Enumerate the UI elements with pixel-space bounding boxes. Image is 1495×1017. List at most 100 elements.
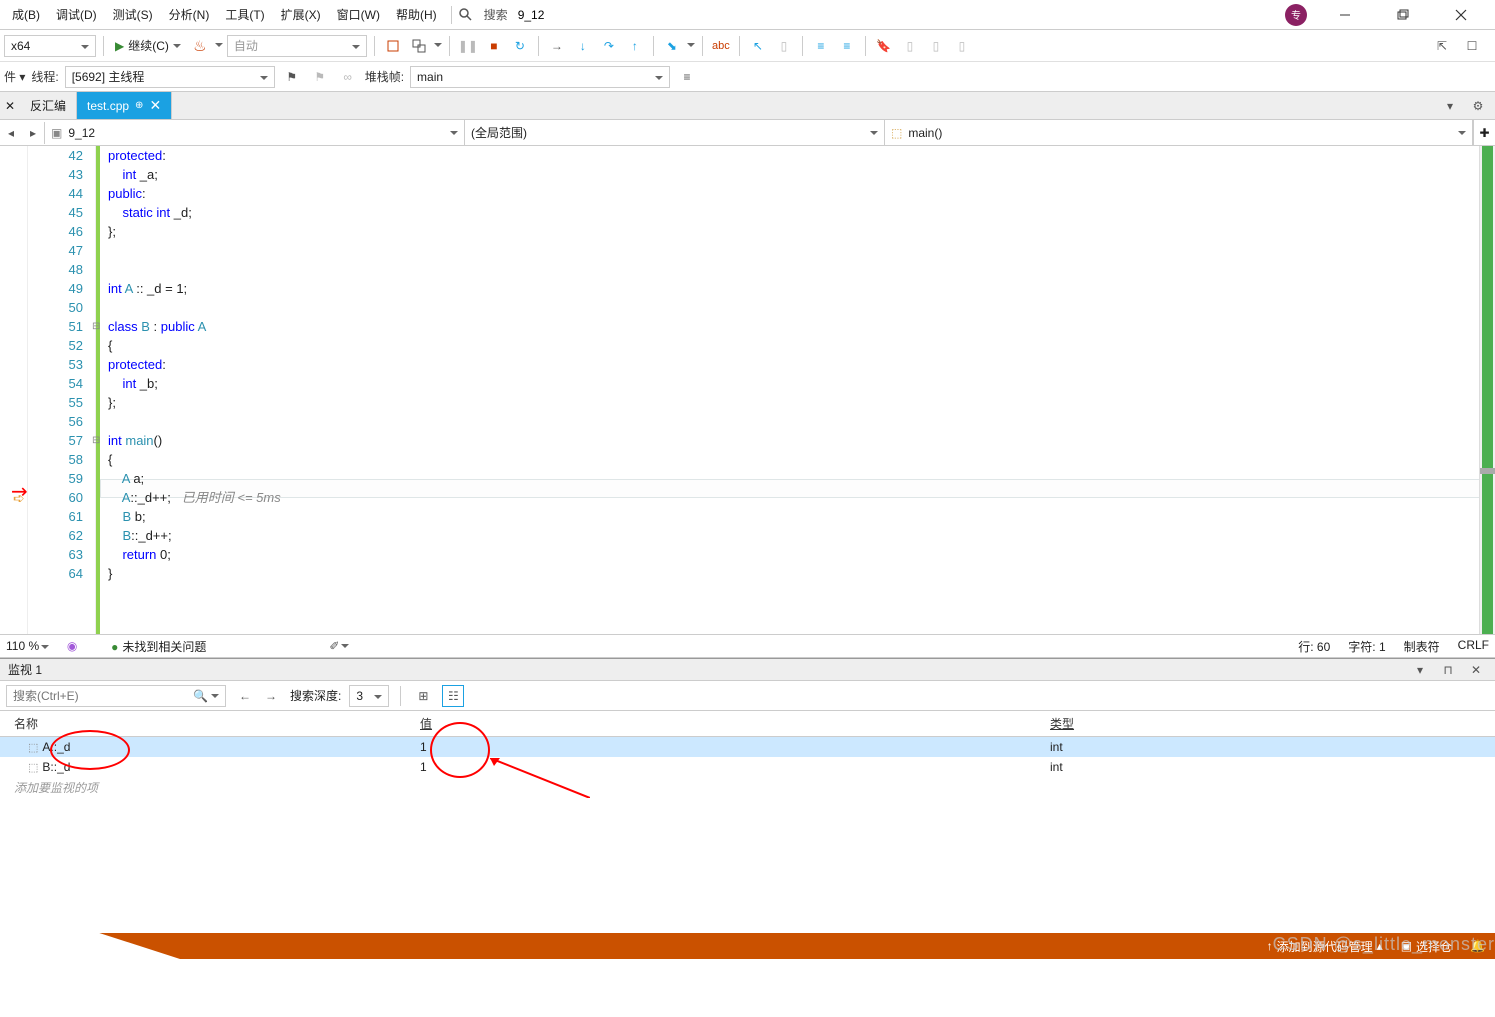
menu-extensions[interactable]: 扩展(X)	[273, 2, 329, 27]
menu-debug[interactable]: 调试(D)	[48, 2, 105, 27]
code-line[interactable]: B::_d++;	[108, 526, 1495, 545]
health-indicator[interactable]: ◉	[61, 635, 83, 657]
feedback-button[interactable]: ☐	[1461, 35, 1483, 57]
depth-dropdown[interactable]: 3	[349, 685, 389, 707]
source-control-button[interactable]: ↑ 添加到源代码管理 ▴	[1267, 938, 1383, 955]
code-line[interactable]: {	[108, 336, 1495, 355]
split-button[interactable]: ✚	[1473, 120, 1495, 146]
close-button[interactable]	[1441, 0, 1481, 30]
code-line[interactable]: int _a;	[108, 165, 1495, 184]
watch-row[interactable]: ⬚B::_d1int	[0, 757, 1495, 777]
code-line[interactable]: ⊟int main()	[108, 431, 1495, 450]
continue-button[interactable]: ▶ 继续(C)	[111, 35, 185, 56]
vertical-scrollbar[interactable]	[1479, 146, 1495, 634]
breakpoint-margin[interactable]	[0, 146, 28, 634]
function-scope-dropdown[interactable]: ⬚main()	[885, 120, 1473, 146]
pin-icon[interactable]: ⊓	[1437, 659, 1459, 681]
stop-button[interactable]: ■	[483, 35, 505, 57]
char-indicator[interactable]: 字符: 1	[1348, 638, 1385, 655]
fwd-nav-button[interactable]: ▸	[22, 122, 44, 144]
watch-add-placeholder[interactable]: 添加要监视的项	[0, 777, 1495, 798]
code-area[interactable]: protected: int _a;public: static int _d;…	[96, 146, 1495, 634]
code-editor[interactable]: ↗ 42434445464748495051525354555657585960…	[0, 146, 1495, 634]
code-line[interactable]	[108, 412, 1495, 431]
nav-back-button[interactable]: ←	[234, 685, 256, 707]
customize-button[interactable]: ≡	[676, 66, 698, 88]
zoom-level[interactable]: 110 %	[6, 639, 49, 653]
code-line[interactable]: int _b;	[108, 374, 1495, 393]
tab-disassembly[interactable]: 反汇编	[20, 92, 77, 119]
project-scope-dropdown[interactable]: ▣9_12	[45, 120, 465, 146]
code-line[interactable]	[108, 260, 1495, 279]
thread-dropdown[interactable]: [5692] 主线程	[65, 66, 275, 88]
menu-help[interactable]: 帮助(H)	[388, 2, 445, 27]
col-type-header[interactable]: 类型	[1050, 715, 1495, 732]
code-line[interactable]: protected:	[108, 355, 1495, 374]
solution-name-field[interactable]	[514, 6, 564, 24]
line-indicator[interactable]: 行: 60	[1298, 638, 1330, 655]
code-line[interactable]: A a;	[108, 469, 1495, 488]
step-next-button[interactable]: →	[546, 35, 568, 57]
code-line[interactable]: int A :: _d = 1;	[108, 279, 1495, 298]
code-line[interactable]: ⊟class B : public A	[108, 317, 1495, 336]
code-line[interactable]: static int _d;	[108, 203, 1495, 222]
code-line[interactable]: B b;	[108, 507, 1495, 526]
step-over-button[interactable]	[408, 35, 430, 57]
close-icon[interactable]: ✕	[1465, 659, 1487, 681]
step-into-arrow-button[interactable]: ↓	[572, 35, 594, 57]
tabs-indicator[interactable]: 制表符	[1404, 638, 1440, 655]
code-line[interactable]: };	[108, 393, 1495, 412]
prop-button[interactable]: ☷	[442, 685, 464, 707]
minimize-button[interactable]	[1325, 0, 1365, 30]
stack-frame-dropdown[interactable]: main	[410, 66, 670, 88]
code-line[interactable]: protected:	[108, 146, 1495, 165]
code-line[interactable]: };	[108, 222, 1495, 241]
back-nav-button[interactable]: ◂	[0, 122, 22, 144]
menu-build[interactable]: 成(B)	[4, 2, 48, 27]
tab-test-cpp[interactable]: test.cpp ⊕ ✕	[77, 92, 172, 119]
notification-bell-button[interactable]: 🔔	[1470, 939, 1485, 953]
menu-test[interactable]: 测试(S)	[105, 2, 161, 27]
maximize-button[interactable]	[1383, 0, 1423, 30]
menu-analyze[interactable]: 分析(N)	[161, 2, 218, 27]
text-button[interactable]: abc	[710, 35, 732, 57]
gear-icon[interactable]: ⚙	[1467, 95, 1489, 117]
menu-tools[interactable]: 工具(T)	[217, 2, 272, 27]
watch-search-input[interactable]	[13, 689, 193, 703]
select-repo-button[interactable]: ▣ 选择仓	[1401, 938, 1452, 955]
close-tool-window-button[interactable]: ✕	[0, 92, 20, 119]
platform-dropdown[interactable]: x64	[4, 35, 96, 57]
menu-window[interactable]: 窗口(W)	[329, 2, 388, 27]
code-line[interactable]: }	[108, 564, 1495, 583]
col-name-header[interactable]: 名称	[0, 715, 420, 732]
step-into-button[interactable]	[382, 35, 404, 57]
breakpoints-button[interactable]: ⬊	[661, 35, 683, 57]
step-out-button[interactable]: ↑	[624, 35, 646, 57]
share-button[interactable]: ⇱	[1431, 35, 1453, 57]
auto-dropdown[interactable]: 自动	[227, 35, 367, 57]
pin-icon[interactable]: ⊕	[135, 100, 143, 111]
code-line[interactable]: ➪ A::_d++; 已用时间 <= 5ms	[108, 488, 1495, 507]
tab-menu-button[interactable]: ▾	[1439, 95, 1461, 117]
brush-icon[interactable]: ✐	[328, 635, 350, 657]
close-icon[interactable]: ✕	[149, 97, 161, 114]
restart-button[interactable]: ↻	[509, 35, 531, 57]
code-line[interactable]: {	[108, 450, 1495, 469]
indent-button[interactable]: ≡	[810, 35, 832, 57]
issues-text[interactable]: 未找到相关问题	[122, 640, 206, 654]
flag-button[interactable]: ⚑	[281, 66, 303, 88]
code-line[interactable]: public:	[108, 184, 1495, 203]
col-value-header[interactable]: 值	[420, 715, 1050, 732]
watch-row[interactable]: ⬚A::_d1int	[0, 737, 1495, 757]
collapse-toggle[interactable]: ⊟	[92, 317, 100, 336]
encoding-indicator[interactable]: CRLF	[1458, 638, 1489, 655]
code-line[interactable]	[108, 298, 1495, 317]
user-avatar[interactable]: 专	[1285, 4, 1307, 26]
panel-menu-button[interactable]: ▾	[1409, 659, 1431, 681]
nav-forward-button[interactable]: →	[260, 685, 282, 707]
outdent-button[interactable]: ≡	[836, 35, 858, 57]
code-line[interactable]	[108, 241, 1495, 260]
step-over-arrow-button[interactable]: ↷	[598, 35, 620, 57]
cursor-button[interactable]: ↖	[747, 35, 769, 57]
collapse-toggle[interactable]: ⊟	[92, 431, 100, 450]
